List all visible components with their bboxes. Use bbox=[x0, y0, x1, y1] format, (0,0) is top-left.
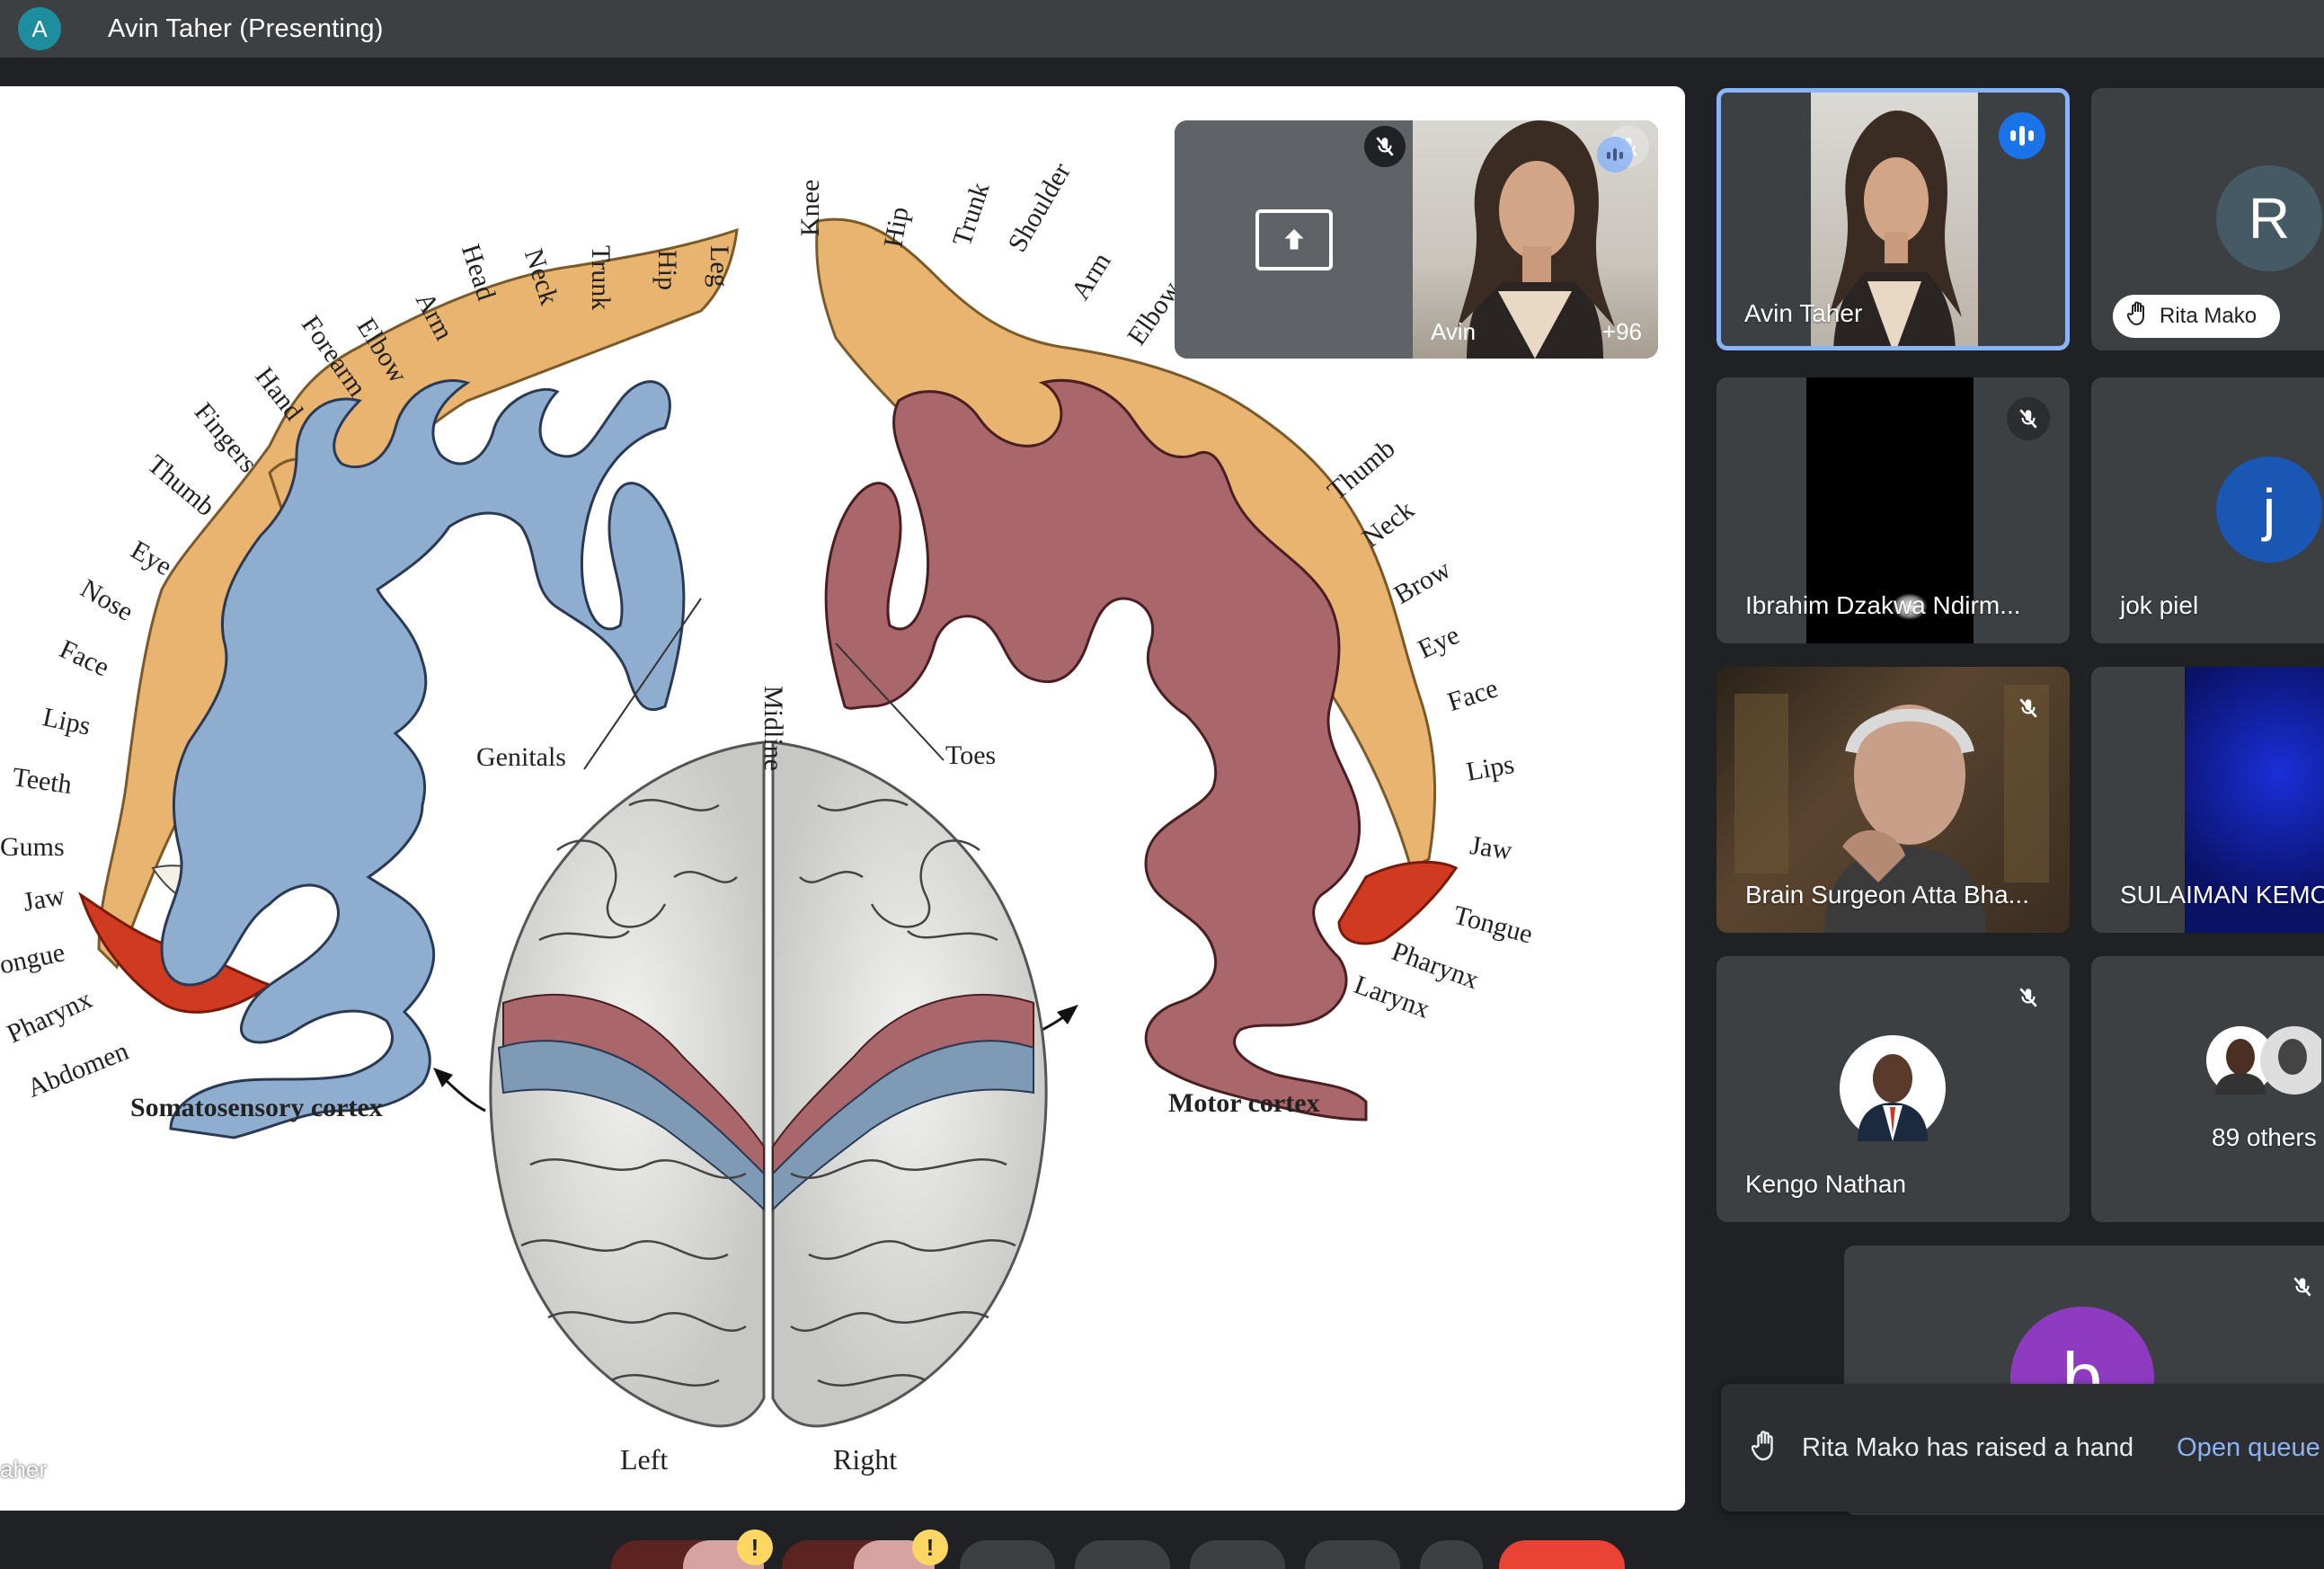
mic-off-icon bbox=[1364, 126, 1406, 167]
control-button[interactable] bbox=[1190, 1540, 1285, 1569]
mic-off-icon bbox=[2007, 397, 2050, 440]
participant-tile-kengo[interactable]: Kengo Nathan bbox=[1716, 956, 2070, 1222]
open-queue-link[interactable]: Open queue bbox=[2177, 1433, 2320, 1463]
raised-hand-notification: Rita Mako has raised a hand Open queue bbox=[1721, 1384, 2324, 1511]
participant-tile-avin[interactable]: Avin Taher bbox=[1716, 88, 2070, 350]
notification-text: Rita Mako has raised a hand bbox=[1802, 1432, 2134, 1462]
raised-hand-name: Rita Mako bbox=[2160, 304, 2257, 328]
raised-hand-badge[interactable]: Rita Mako bbox=[2113, 295, 2281, 338]
warning-badge: ! bbox=[912, 1529, 948, 1565]
participant-name: Ibrahim Dzakwa Ndirm... bbox=[1745, 591, 2021, 619]
others-avatars bbox=[2206, 1026, 2321, 1095]
speaking-indicator-icon bbox=[1597, 137, 1633, 173]
participant-name: Brain Surgeon Atta Bha... bbox=[1745, 881, 2029, 909]
motor-body-part-label: Jaw bbox=[1468, 830, 1514, 866]
somatosensory-body-part-label: Gums bbox=[0, 832, 65, 862]
others-count[interactable]: +96 bbox=[1602, 318, 1642, 346]
label-genitals: Genitals bbox=[476, 742, 566, 772]
presenter-caption: aher bbox=[0, 1456, 48, 1483]
avatar bbox=[1840, 1035, 1946, 1141]
participant-tile-sulaiman[interactable]: SULAIMAN KEMO bbox=[2091, 667, 2324, 933]
participant-name: jok piel bbox=[2120, 591, 2199, 619]
self-view-overlay[interactable]: Avin +96 bbox=[1175, 120, 1658, 359]
mic-off-icon bbox=[2007, 976, 2050, 1019]
avatar: j bbox=[2216, 457, 2322, 563]
avatar: R bbox=[2216, 165, 2322, 271]
raised-hand-icon bbox=[2126, 301, 2149, 332]
label-right: Right bbox=[833, 1443, 898, 1476]
warning-badge: ! bbox=[737, 1529, 773, 1565]
presentation-thumbnail[interactable] bbox=[1175, 120, 1413, 359]
raised-hand-icon bbox=[1751, 1430, 1778, 1467]
self-view-name: Avin bbox=[1431, 318, 1477, 345]
presenting-title: Avin Taher (Presenting) bbox=[108, 13, 384, 43]
motor-body-part-label: Knee bbox=[795, 179, 825, 236]
participant-name: SULAIMAN KEMO bbox=[2120, 881, 2324, 909]
label-motor-cortex: Motor cortex bbox=[1168, 1088, 1320, 1118]
control-button[interactable] bbox=[960, 1540, 1055, 1569]
label-left: Left bbox=[620, 1443, 669, 1476]
somatosensory-body-part-label: Trunk bbox=[586, 245, 616, 311]
presentation-area[interactable]: Leg Hip Trunk Neck Head Arm Elbow Forearm Hand Fi… bbox=[0, 86, 1685, 1511]
participant-name: Avin Taher bbox=[1744, 299, 1863, 327]
control-button[interactable] bbox=[1305, 1540, 1400, 1569]
label-somatosensory-cortex: Somatosensory cortex bbox=[130, 1093, 383, 1122]
somatosensory-body-part-label: Leg bbox=[705, 245, 734, 288]
meet-window: A Avin Taher (Presenting) Leg Hip Trunk … bbox=[0, 0, 2324, 1569]
top-bar: A Avin Taher (Presenting) bbox=[0, 0, 2324, 58]
participant-tile-others[interactable]: 89 others bbox=[2091, 956, 2324, 1222]
label-toes: Toes bbox=[945, 740, 997, 770]
present-screen-icon bbox=[1255, 208, 1333, 270]
participant-name: Kengo Nathan bbox=[1745, 1170, 1907, 1198]
mic-off-icon bbox=[2007, 687, 2050, 730]
speaking-indicator-icon bbox=[1999, 112, 2045, 159]
end-call-button[interactable] bbox=[1499, 1540, 1625, 1569]
presenter-avatar: A bbox=[18, 7, 61, 50]
others-count-label: 89 others bbox=[2212, 1123, 2317, 1151]
participant-tile-ibrahim[interactable]: Ibrahim Dzakwa Ndirm... bbox=[1716, 377, 2070, 643]
control-button[interactable] bbox=[1075, 1540, 1170, 1569]
mic-off-icon bbox=[2281, 1265, 2324, 1308]
more-options-button[interactable] bbox=[1420, 1540, 1483, 1569]
participant-tile-rita[interactable]: R Rita Mako bbox=[2091, 88, 2324, 350]
somatosensory-body-part-label: Hip bbox=[652, 250, 682, 290]
participant-tile-jok[interactable]: j jok piel bbox=[2091, 377, 2324, 643]
label-midline: Midline bbox=[758, 686, 788, 771]
self-video: Avin +96 bbox=[1413, 120, 1658, 359]
participant-tile-brain-surgeon[interactable]: Brain Surgeon Atta Bha... bbox=[1716, 667, 2070, 933]
